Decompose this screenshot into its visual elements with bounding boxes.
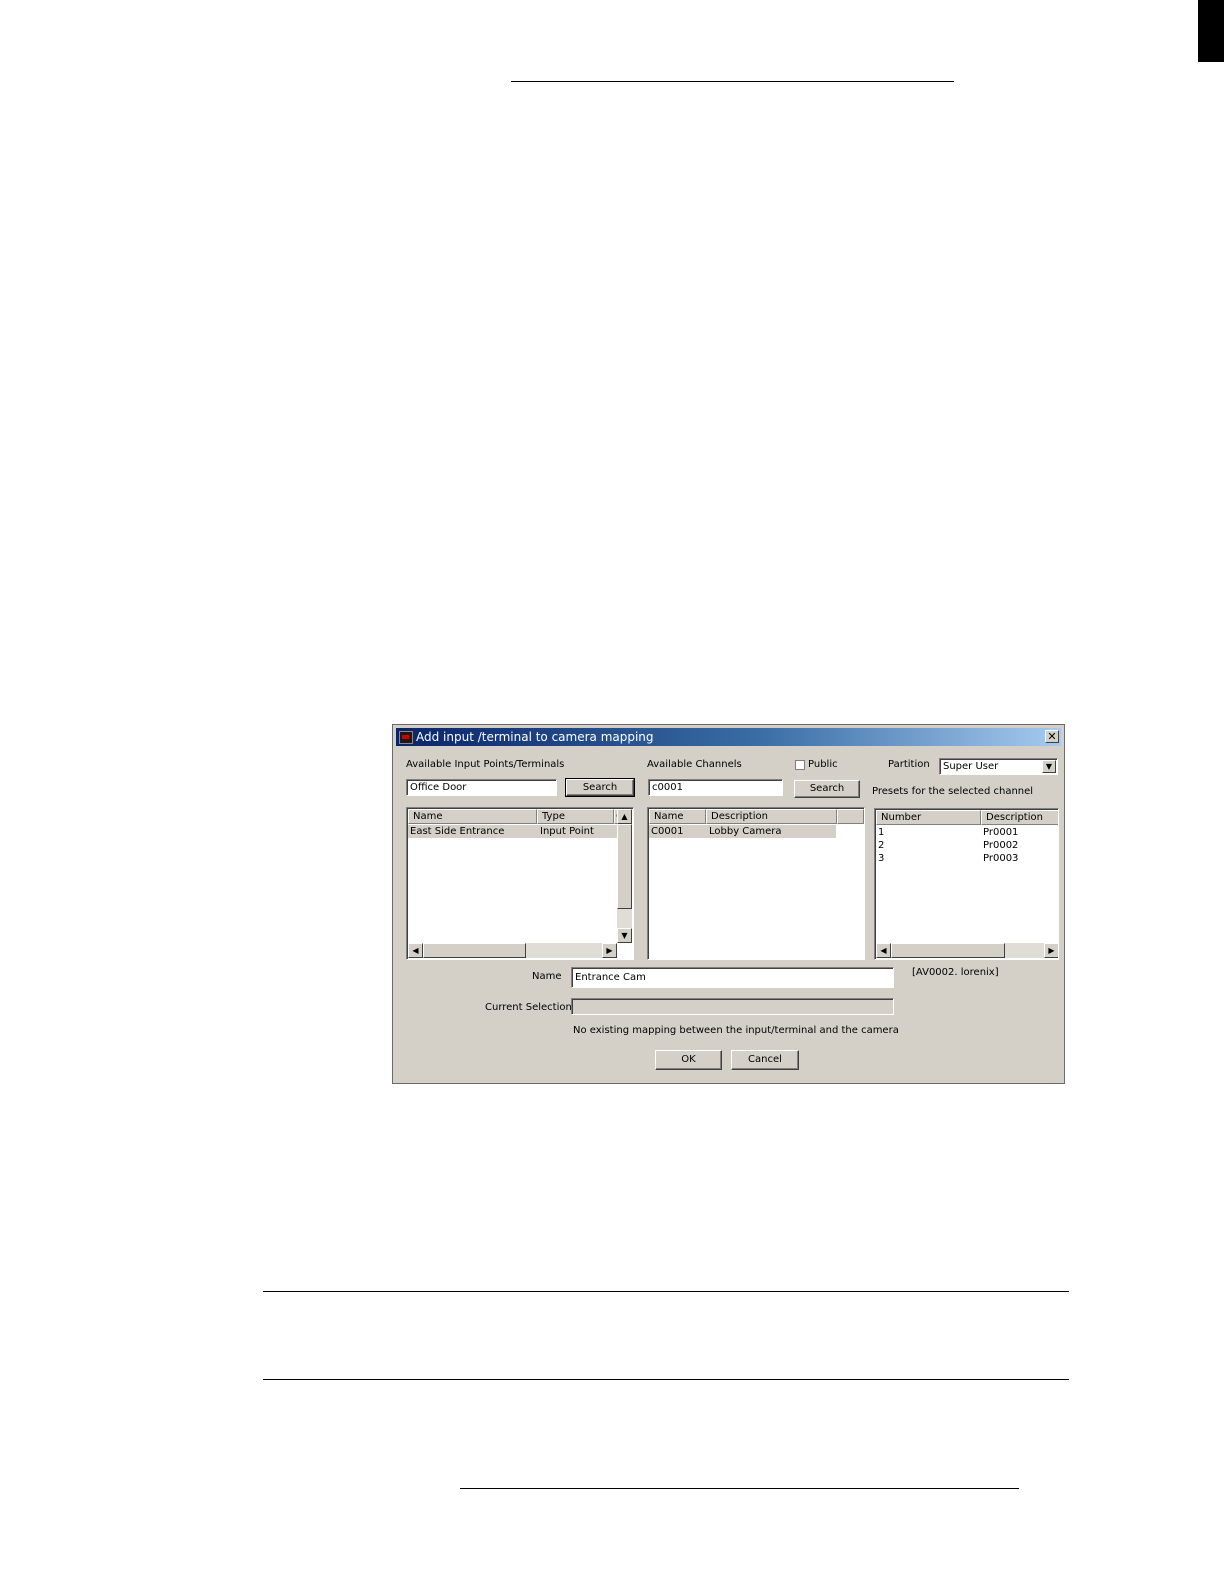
app-icon	[399, 731, 413, 744]
partition-value: Super User	[943, 761, 999, 772]
arrow-left-icon[interactable]: ◀	[408, 943, 423, 958]
row-description: Pr0002	[983, 840, 1019, 851]
inputs-hscroll[interactable]: ◀ ▶	[408, 943, 617, 958]
row-name: C0001	[651, 826, 684, 837]
arrow-right-icon[interactable]: ▶	[1044, 943, 1058, 958]
arrow-right-icon[interactable]: ▶	[602, 943, 617, 958]
inputs-list[interactable]: Name Type C East Side Entrance Input Poi…	[406, 807, 634, 960]
arrow-left-icon[interactable]: ◀	[876, 943, 891, 958]
table-row[interactable]: 2 Pr0002	[876, 839, 1058, 852]
server-note: [AV0002. lorenix]	[912, 967, 999, 978]
public-checkbox[interactable]	[795, 760, 805, 770]
chevron-down-icon[interactable]: ▼	[1042, 760, 1056, 773]
channels-col-description[interactable]: Description	[706, 809, 837, 824]
table-row[interactable]: East Side Entrance Input Point	[408, 825, 617, 838]
channels-search-input[interactable]: c0001	[648, 779, 783, 796]
presets-col-number[interactable]: Number	[876, 810, 981, 825]
inputs-col-name[interactable]: Name	[408, 809, 537, 824]
row-type: Input Point	[540, 826, 594, 837]
inputs-col-type[interactable]: Type	[537, 809, 614, 824]
mapping-dialog: Add input /terminal to camera mapping ✕ …	[392, 724, 1065, 1084]
close-icon[interactable]: ✕	[1045, 730, 1059, 743]
presets-hscroll-thumb[interactable]	[891, 943, 1005, 958]
title-bar[interactable]: Add input /terminal to camera mapping ✕	[396, 728, 1061, 746]
table-row[interactable]: 3 Pr0003	[876, 852, 1058, 865]
channels-label: Available Channels	[647, 759, 742, 770]
presets-hscroll[interactable]: ◀ ▶	[876, 943, 1058, 958]
inputs-search-input[interactable]: Office Door	[406, 779, 557, 796]
section-rule-top	[263, 1291, 1069, 1292]
name-input[interactable]: Entrance Cam	[571, 967, 894, 988]
row-description: Lobby Camera	[709, 826, 782, 837]
row-name: East Side Entrance	[410, 826, 505, 837]
row-description: Pr0001	[983, 827, 1019, 838]
dialog-title: Add input /terminal to camera mapping	[416, 730, 654, 744]
row-number: 3	[878, 853, 885, 864]
inputs-vscroll-thumb[interactable]	[617, 824, 632, 909]
presets-list[interactable]: Number Description 1 Pr0001 2 Pr0002 3 P…	[874, 808, 1059, 960]
row-number: 1	[878, 827, 885, 838]
channels-col-name[interactable]: Name	[649, 809, 706, 824]
header-rule	[511, 81, 954, 82]
channels-col-filler	[837, 809, 864, 824]
partition-select[interactable]: Super User ▼	[939, 758, 1058, 775]
channels-search-button[interactable]: Search	[794, 780, 860, 798]
page-edge-tab	[1198, 0, 1224, 62]
table-row[interactable]: 1 Pr0001	[876, 826, 1058, 839]
arrow-up-icon[interactable]: ▲	[617, 809, 632, 824]
partition-label: Partition	[888, 759, 930, 770]
section-rule-bottom	[263, 1379, 1069, 1380]
row-number: 2	[878, 840, 885, 851]
channels-list[interactable]: Name Description C0001 Lobby Camera	[647, 807, 865, 960]
status-message: No existing mapping between the input/te…	[573, 1025, 899, 1036]
table-row[interactable]: C0001 Lobby Camera	[649, 825, 836, 838]
public-label: Public	[808, 759, 838, 770]
inputs-search-button[interactable]: Search	[565, 778, 635, 797]
ok-button[interactable]: OK	[655, 1050, 722, 1070]
presets-col-description[interactable]: Description	[981, 810, 1058, 825]
footer-rule	[460, 1488, 1019, 1489]
current-selection-label: Current Selection	[485, 1002, 572, 1013]
cancel-button[interactable]: Cancel	[731, 1050, 799, 1070]
name-label: Name	[532, 971, 562, 982]
inputs-hscroll-thumb[interactable]	[423, 943, 526, 958]
arrow-down-icon[interactable]: ▼	[617, 928, 632, 943]
presets-label: Presets for the selected channel	[872, 786, 1034, 797]
current-selection-field	[571, 998, 894, 1015]
inputs-vscroll[interactable]: ▲ ▼	[617, 809, 632, 943]
inputs-label: Available Input Points/Terminals	[406, 759, 565, 770]
row-description: Pr0003	[983, 853, 1019, 864]
